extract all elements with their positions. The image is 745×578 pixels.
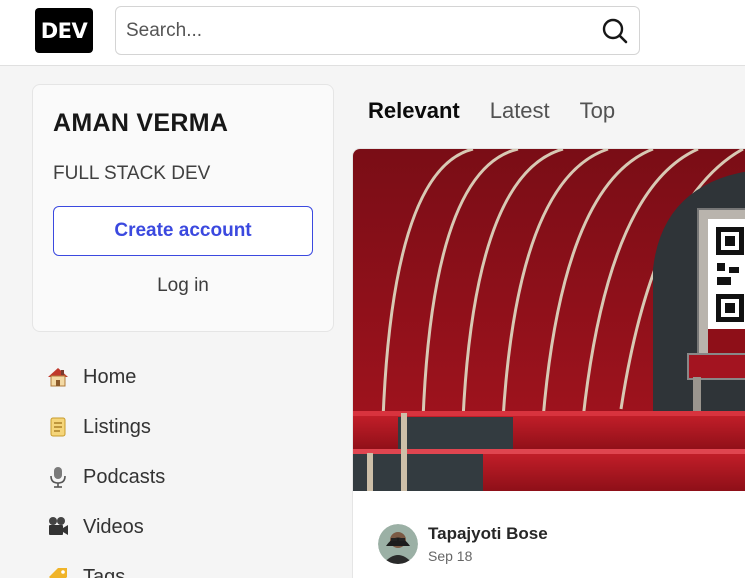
- search-icon[interactable]: [601, 17, 629, 45]
- sidebar-item-label: Listings: [83, 415, 151, 438]
- movie-camera-icon: [46, 515, 70, 539]
- tab-relevant[interactable]: Relevant: [368, 98, 460, 124]
- sidebar-item-listings[interactable]: Listings: [36, 402, 336, 452]
- post-author[interactable]: Tapajyoti Bose Sep 18: [378, 524, 548, 564]
- house-icon: [46, 365, 70, 389]
- dev-logo[interactable]: DEV: [35, 8, 93, 53]
- sidebar-item-label: Tags: [83, 565, 126, 578]
- profile-name: AMAN VERMA: [53, 109, 229, 137]
- feed-tabs: Relevant Latest Top: [368, 98, 645, 124]
- sidebar-item-tags[interactable]: Tags: [36, 552, 336, 578]
- search-bar[interactable]: [115, 6, 640, 55]
- login-link[interactable]: Log in: [53, 275, 313, 297]
- sidebar-item-home[interactable]: Home: [36, 352, 336, 402]
- profile-subtitle: FULL STACK DEV: [53, 163, 211, 184]
- sidebar-item-videos[interactable]: Videos: [36, 502, 336, 552]
- author-avatar[interactable]: [378, 524, 418, 564]
- microphone-icon: [46, 465, 70, 489]
- profile-card: AMAN VERMA FULL STACK DEV Create account…: [32, 84, 334, 332]
- tab-top[interactable]: Top: [580, 98, 615, 124]
- sidebar-nav: Home Listings Podcasts Videos Tags: [36, 352, 336, 578]
- tab-latest[interactable]: Latest: [490, 98, 550, 124]
- top-header: DEV: [0, 0, 745, 66]
- author-meta: Tapajyoti Bose Sep 18: [428, 524, 548, 564]
- author-name[interactable]: Tapajyoti Bose: [428, 524, 548, 544]
- create-account-button[interactable]: Create account: [53, 206, 313, 256]
- sidebar-item-label: Home: [83, 365, 137, 388]
- sidebar-item-label: Videos: [83, 515, 144, 538]
- sidebar-item-label: Podcasts: [83, 465, 166, 488]
- sidebar-item-podcasts[interactable]: Podcasts: [36, 452, 336, 502]
- search-input[interactable]: [126, 7, 586, 54]
- post-card[interactable]: Tapajyoti Bose Sep 18: [352, 148, 745, 578]
- post-date: Sep 18: [428, 548, 473, 564]
- scroll-icon: [46, 415, 70, 439]
- tag-icon: [46, 565, 70, 578]
- post-cover-image[interactable]: [353, 149, 745, 491]
